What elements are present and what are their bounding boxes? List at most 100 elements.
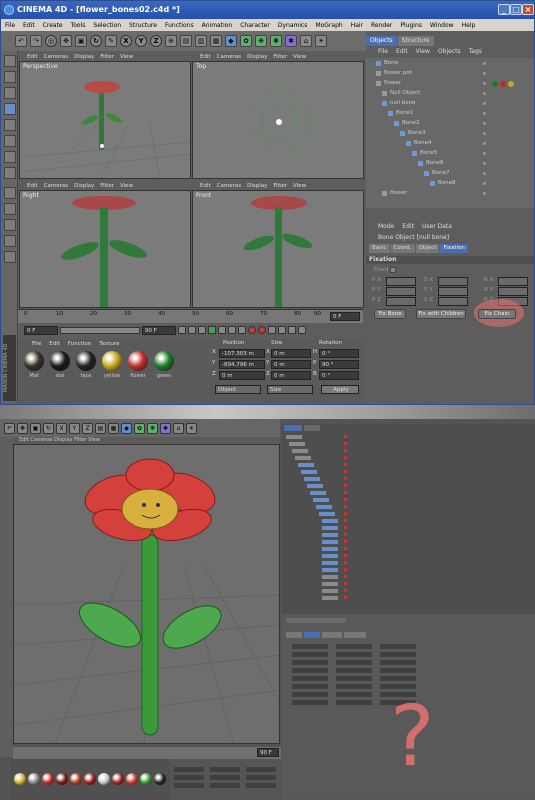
nurbs-icon[interactable]: ✿ — [240, 35, 252, 47]
size-field[interactable]: 0 m — [271, 371, 311, 380]
object-tree-row[interactable]: Bone1 — [366, 110, 534, 117]
visibility-dot[interactable] — [483, 172, 486, 175]
close-button[interactable]: × — [522, 4, 534, 15]
menu-functions[interactable]: Functions — [161, 22, 198, 29]
play-icon[interactable] — [208, 326, 216, 334]
viewport-menu-2[interactable]: Edit Cameras Display Filter View — [13, 437, 280, 444]
object-tree-row[interactable] — [282, 483, 535, 490]
edges-mode-icon[interactable] — [4, 151, 16, 163]
vp-cameras-menu[interactable]: Cameras — [44, 183, 68, 189]
visibility-dot[interactable] — [483, 132, 486, 135]
coordinate-field[interactable] — [210, 767, 240, 772]
object-tree-row[interactable] — [282, 511, 535, 518]
visibility-dot[interactable] — [344, 498, 347, 501]
object-tree-row[interactable] — [282, 574, 535, 581]
visibility-dot[interactable] — [344, 540, 347, 543]
object-tree-row[interactable] — [282, 560, 535, 567]
visibility-dot[interactable] — [344, 463, 347, 466]
make-editable-icon[interactable] — [4, 55, 16, 67]
z-axis-toggle[interactable]: Z — [150, 35, 162, 47]
object-tree-row[interactable] — [282, 525, 535, 532]
range-slider[interactable] — [60, 326, 140, 334]
tab-object-2[interactable] — [322, 632, 342, 638]
workplane-icon[interactable] — [4, 203, 16, 215]
attribute-field[interactable] — [292, 684, 328, 689]
attribute-field[interactable] — [336, 700, 372, 705]
material-tag-icon[interactable] — [492, 81, 498, 87]
object-tree-row[interactable] — [282, 490, 535, 497]
material-swatch[interactable] — [102, 351, 122, 371]
mat-file-menu[interactable]: File — [32, 341, 41, 347]
visibility-dot[interactable] — [344, 470, 347, 473]
vp-cameras-menu[interactable]: Cameras — [44, 54, 68, 60]
visibility-dot[interactable] — [483, 162, 486, 165]
coordinate-field[interactable] — [246, 783, 276, 788]
axis-mode-icon[interactable] — [4, 119, 16, 131]
undo-icon[interactable]: ↶ — [4, 422, 15, 434]
coord-mode-dropdown[interactable]: Object — [215, 385, 261, 394]
texture-mode-icon[interactable] — [4, 103, 16, 115]
material-swatch[interactable] — [70, 773, 82, 785]
material-swatch[interactable] — [140, 773, 152, 785]
visibility-dot[interactable] — [344, 568, 347, 571]
object-tree-row[interactable] — [282, 504, 535, 511]
attribute-field[interactable] — [336, 668, 372, 673]
visibility-dot[interactable] — [344, 512, 347, 515]
attribute-field[interactable] — [336, 692, 372, 697]
visibility-dot[interactable] — [483, 92, 486, 95]
menu-hair[interactable]: Hair — [347, 22, 367, 29]
front-viewport[interactable]: Front — [192, 190, 364, 308]
vp-display-menu[interactable]: Display — [74, 54, 94, 60]
material-swatch[interactable] — [98, 773, 110, 785]
visibility-dot[interactable] — [344, 554, 347, 557]
goto-start-icon[interactable] — [178, 326, 186, 334]
attribute-field[interactable] — [336, 684, 372, 689]
object-tree-row[interactable] — [282, 553, 535, 560]
move-icon[interactable]: ✥ — [60, 35, 72, 47]
tab-coord-2[interactable] — [304, 632, 320, 638]
attribute-field[interactable] — [292, 644, 328, 649]
lock-workplane-icon[interactable] — [4, 251, 16, 263]
end-frame-field[interactable]: 90 F — [142, 325, 176, 335]
end-frame-field-2[interactable]: 90 F — [257, 748, 279, 757]
goto-end-icon[interactable] — [238, 326, 246, 334]
visibility-dot[interactable] — [344, 526, 347, 529]
undo-icon[interactable]: ↶ — [15, 35, 27, 47]
visibility-dot[interactable] — [344, 547, 347, 550]
material-tag-icon[interactable] — [507, 81, 514, 87]
scale-icon[interactable]: ▣ — [30, 422, 41, 434]
object-tree-row[interactable] — [282, 532, 535, 539]
material-swatch[interactable] — [154, 351, 174, 371]
attribute-field[interactable] — [292, 700, 328, 705]
attribute-field[interactable] — [292, 652, 328, 657]
visibility-dot[interactable] — [344, 582, 347, 585]
attr-userdata-menu[interactable]: User Data — [422, 223, 452, 230]
visibility-dot[interactable] — [344, 435, 347, 438]
fixation-field[interactable] — [386, 287, 416, 296]
menu-edit[interactable]: Edit — [19, 22, 39, 29]
render-view-icon[interactable]: ▤ — [95, 422, 106, 434]
fix-bone-button[interactable]: Fix Bone — [374, 309, 406, 319]
size-field[interactable]: 0 m — [271, 349, 311, 358]
render-settings-icon[interactable]: ▦ — [210, 35, 222, 47]
menu-animation[interactable]: Animation — [198, 22, 237, 29]
vp-display-menu[interactable]: Display — [74, 183, 94, 189]
object-mode-icon[interactable] — [4, 87, 16, 99]
coordinate-field[interactable] — [174, 767, 204, 772]
object-tree-row[interactable] — [282, 546, 535, 553]
x-axis-toggle[interactable]: X — [56, 422, 67, 434]
deformer-icon[interactable]: ✺ — [270, 35, 282, 47]
attribute-field[interactable] — [380, 652, 416, 657]
tab-fixation-2[interactable] — [344, 632, 366, 638]
om-objects-menu[interactable]: Objects — [438, 48, 461, 55]
object-tree-row[interactable]: Bone7 — [366, 170, 534, 177]
x-axis-toggle[interactable]: X — [120, 35, 132, 47]
camera-icon[interactable]: ⌂ — [173, 422, 184, 434]
menu-render[interactable]: Render — [367, 22, 396, 29]
menu-tools[interactable]: Tools — [67, 22, 90, 29]
record-icon[interactable] — [248, 326, 256, 334]
menu-window[interactable]: Window — [426, 22, 458, 29]
material-swatch[interactable] — [14, 773, 26, 785]
vp-view-menu[interactable]: View — [293, 54, 306, 60]
visibility-dot[interactable] — [344, 456, 347, 459]
